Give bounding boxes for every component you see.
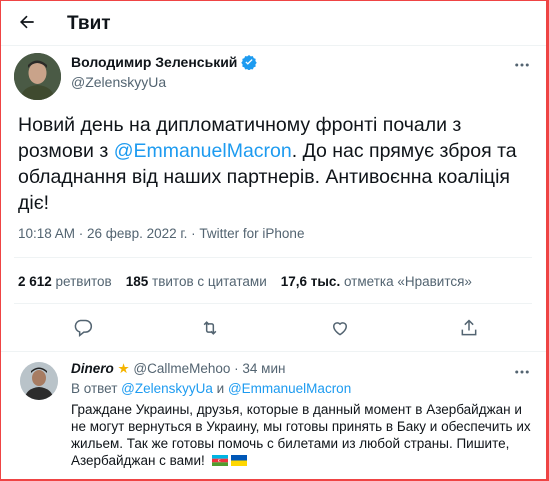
tweet-text: Новий день на дипломатичному фронті поча… (18, 114, 517, 214)
divider (14, 303, 532, 304)
reply-author-handle[interactable]: @CallmeMehoo (133, 361, 230, 376)
author-name[interactable]: Володимир Зеленський (71, 54, 258, 70)
avatar[interactable] (14, 53, 61, 100)
divider (0, 351, 546, 352)
arrow-left-icon (20, 15, 34, 29)
ukraine-flag-icon (230, 455, 247, 466)
share-icon[interactable] (459, 318, 479, 338)
retweet-icon[interactable] (200, 318, 220, 338)
reply-author-name[interactable]: Dinero (71, 361, 114, 376)
reply-mention-1[interactable]: @ZelenskyyUa (121, 381, 213, 396)
quotes-stat[interactable]: 185 твитов с цитатами (126, 274, 267, 289)
retweets-stat[interactable]: 2 612 ретвитов (18, 274, 112, 289)
tweet-stats: 2 612 ретвитов 185 твитов с цитатами 17,… (18, 274, 472, 289)
likes-stat[interactable]: 17,6 тыс. отметка «Нравится» (281, 274, 472, 289)
reply-more-options-icon[interactable] (513, 363, 531, 386)
page-title: Твит (67, 13, 111, 34)
author-handle[interactable]: @ZelenskyyUa (71, 74, 166, 90)
header: Твит (0, 0, 546, 46)
reply-text: Граждане Украины, друзья, которые в данн… (71, 402, 531, 468)
reply-header: Dinero ★ @CallmeMehoo · 34 мин (71, 361, 285, 377)
reply-icon[interactable] (73, 318, 93, 338)
reply-mention-2[interactable]: @EmmanuelMacron (228, 381, 351, 396)
azerbaijan-flag-icon (211, 455, 228, 466)
back-button[interactable] (14, 9, 40, 35)
verified-badge-icon (241, 55, 258, 70)
sparkle-icon: ★ (117, 361, 130, 376)
mention-link[interactable]: @EmmanuelMacron (114, 140, 292, 162)
in-reply-to: В ответ @ZelenskyyUa и @EmmanuelMacron (71, 381, 352, 396)
reply-time[interactable]: · 34 мин (234, 361, 285, 376)
more-options-icon[interactable] (513, 56, 531, 79)
reply-avatar[interactable] (20, 362, 58, 400)
like-icon[interactable] (330, 318, 350, 338)
tweet-meta[interactable]: 10:18 AM · 26 февр. 2022 г. · Twitter fo… (18, 226, 304, 241)
divider (14, 257, 532, 258)
